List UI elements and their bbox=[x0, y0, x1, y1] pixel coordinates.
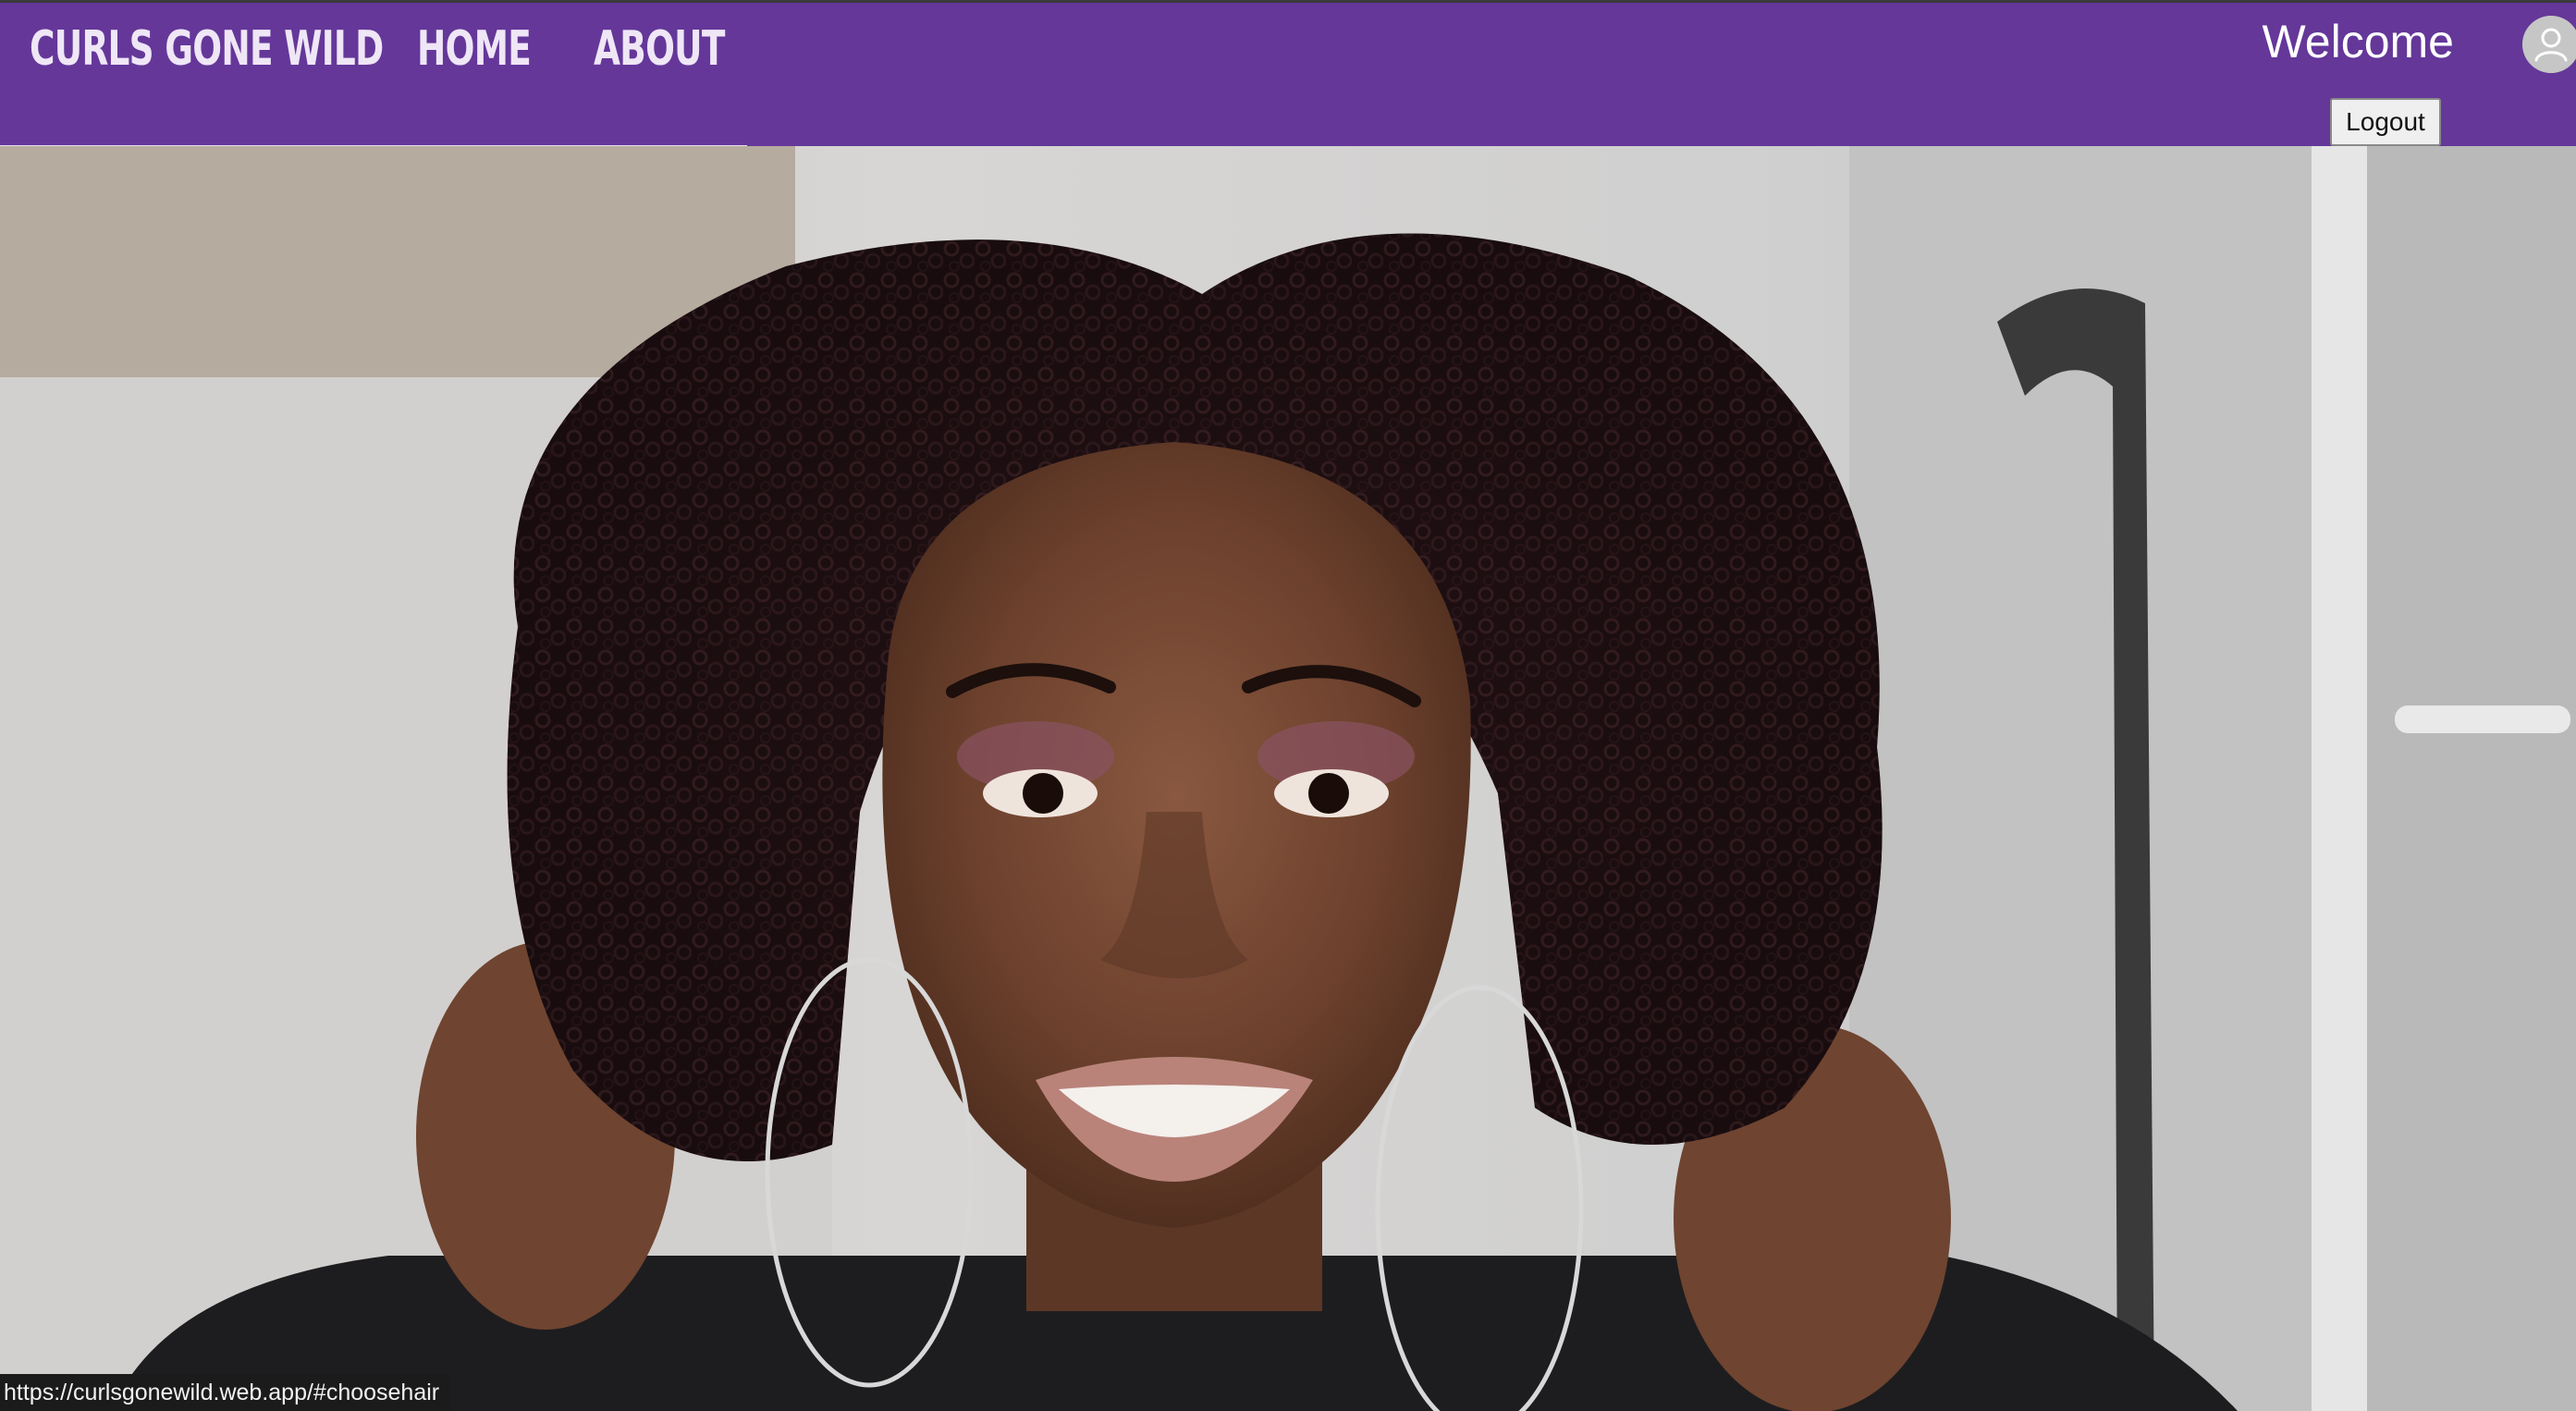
status-bar-url: https://curlsgonewild.web.app/#choosehai… bbox=[0, 1374, 451, 1411]
page: CURLS GONE WILD HOME ABOUT Welcome Logou… bbox=[0, 0, 2576, 1411]
nav-link-home[interactable]: HOME bbox=[417, 16, 532, 82]
hero-photo bbox=[0, 146, 2576, 1411]
top-navbar: CURLS GONE WILD HOME ABOUT Welcome Logou… bbox=[0, 0, 2576, 148]
nav-link-about[interactable]: ABOUT bbox=[594, 16, 725, 82]
user-avatar-icon[interactable] bbox=[2522, 16, 2576, 73]
welcome-text: Welcome bbox=[2262, 16, 2454, 67]
logout-button[interactable]: Logout bbox=[2330, 98, 2441, 146]
brand-logo-link[interactable]: CURLS GONE WILD bbox=[30, 16, 384, 82]
